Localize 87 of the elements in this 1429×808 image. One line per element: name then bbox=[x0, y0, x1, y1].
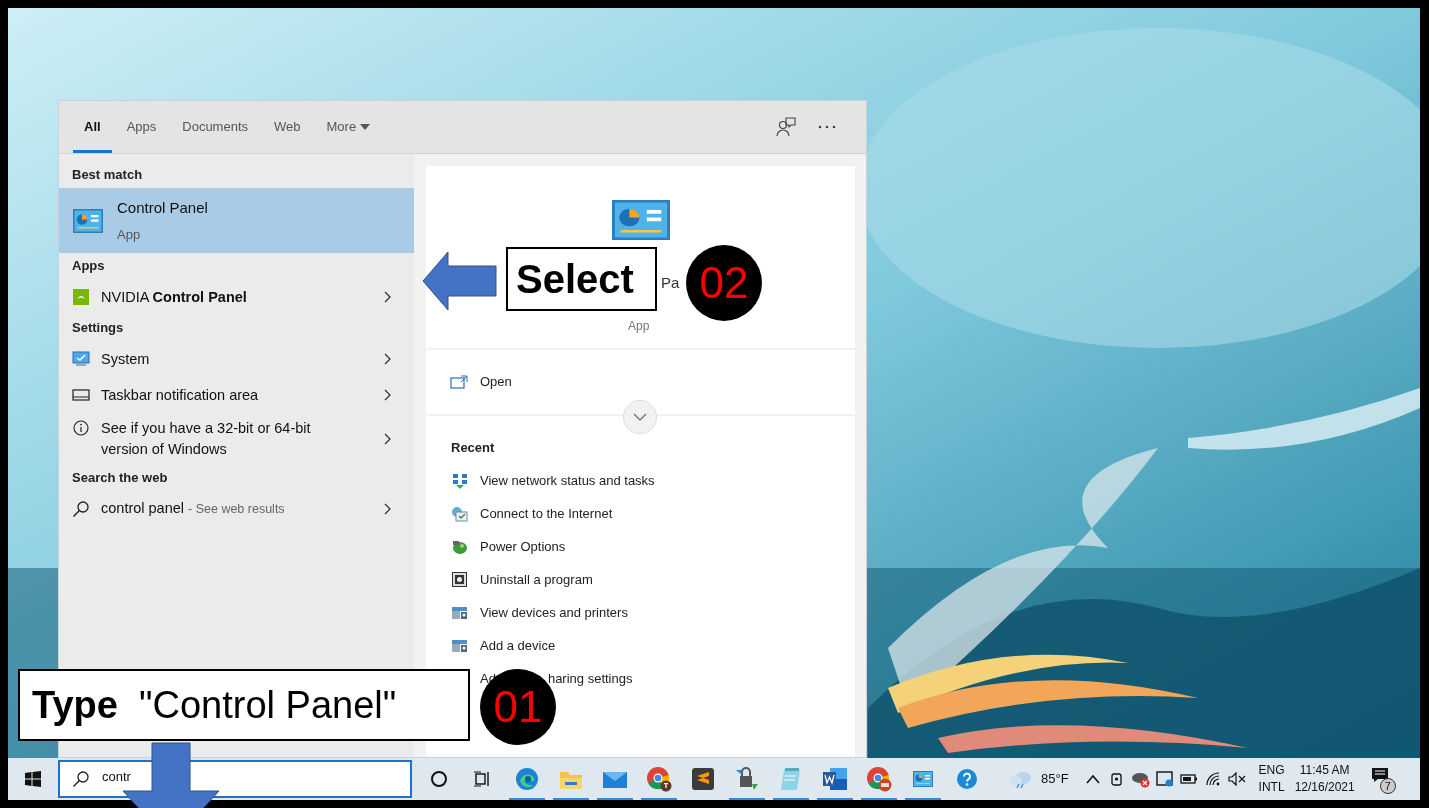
padlock-icon bbox=[735, 767, 759, 791]
speaker-muted-icon bbox=[1227, 772, 1246, 786]
language-button[interactable]: ENG INTL bbox=[1258, 762, 1285, 796]
result-title: System bbox=[101, 349, 151, 369]
battery-icon bbox=[1179, 774, 1198, 784]
recent-item[interactable]: Power Options bbox=[451, 530, 830, 563]
section-heading: Settings bbox=[71, 319, 125, 338]
app-logo-icon bbox=[692, 768, 714, 790]
speech-bubble-icon bbox=[1370, 767, 1389, 783]
person-speech-icon bbox=[776, 117, 796, 137]
task-view-icon bbox=[474, 770, 492, 788]
chevron-right-icon bbox=[383, 353, 392, 365]
section-heading: Best match bbox=[71, 166, 144, 185]
open-button[interactable]: Open bbox=[450, 372, 512, 392]
result-type: App bbox=[117, 226, 142, 244]
camera-icon bbox=[1109, 771, 1124, 787]
open-window-icon bbox=[450, 375, 468, 389]
section-heading: Recent bbox=[451, 439, 496, 457]
ellipsis-icon bbox=[818, 125, 836, 129]
taskbar-icon bbox=[71, 389, 90, 401]
chevron-right-icon bbox=[383, 389, 392, 401]
network-icon bbox=[451, 472, 468, 489]
result-item[interactable]: System bbox=[59, 341, 414, 377]
logo-icon bbox=[72, 289, 89, 305]
printer-icon bbox=[451, 638, 468, 653]
filter-tab[interactable]: All bbox=[71, 101, 114, 153]
control-panel-icon bbox=[73, 208, 103, 233]
chevron-right-icon bbox=[383, 503, 392, 515]
app-title-fragment: Pa bbox=[661, 273, 680, 293]
notepad-icon bbox=[780, 767, 802, 791]
wifi-icon bbox=[1204, 771, 1221, 787]
section-heading: Apps bbox=[71, 257, 106, 276]
recent-item[interactable]: View devices and printers bbox=[451, 596, 830, 629]
globe-icon bbox=[451, 505, 468, 522]
search-query: control panel bbox=[101, 499, 185, 519]
result-item[interactable]: See if you have a 32-bit or 64-bit version of Windows bbox=[59, 413, 414, 465]
question-mark-icon bbox=[956, 768, 978, 790]
result-title: Taskbar notification area bbox=[101, 385, 260, 405]
recent-item[interactable]: Connect to the Internet bbox=[451, 497, 830, 530]
caret-down-icon bbox=[360, 124, 371, 130]
result-item[interactable]: NVIDIA Control Panel bbox=[59, 279, 414, 315]
cloud-icon bbox=[1009, 770, 1033, 788]
recent-item-fragment: haring settings bbox=[547, 669, 633, 688]
result-title: NVIDIA Control Panel bbox=[101, 287, 248, 307]
chevron-down-icon bbox=[633, 413, 647, 421]
cloud-error-icon bbox=[1130, 770, 1151, 788]
envelope-icon bbox=[602, 769, 628, 789]
filter-tab[interactable]: Web bbox=[261, 101, 314, 153]
battery-plug-icon bbox=[451, 538, 468, 555]
result-title: Control Panel bbox=[117, 197, 208, 218]
program-box-icon bbox=[452, 572, 467, 587]
search-text: contr bbox=[102, 768, 131, 787]
control-panel-icon bbox=[612, 200, 670, 240]
weather-button[interactable]: 85°F bbox=[1009, 769, 1069, 789]
word-document-icon bbox=[822, 767, 848, 791]
callout-label: Select bbox=[506, 247, 657, 311]
result-title: See if you have a 32-bit or 64-bit version of Windows bbox=[101, 419, 312, 459]
result-item[interactable]: control panel - See web results bbox=[59, 491, 414, 527]
callout-label: Type "Control Panel" bbox=[18, 669, 470, 741]
result-item[interactable]: Taskbar notification area bbox=[59, 377, 414, 413]
section-heading: Search the web bbox=[71, 469, 169, 488]
filter-tab[interactable]: Documents bbox=[169, 101, 261, 153]
search-icon bbox=[71, 500, 90, 518]
edge-icon bbox=[515, 767, 539, 791]
monitor-icon bbox=[71, 351, 90, 367]
windows-logo-icon bbox=[25, 771, 41, 787]
recent-item[interactable]: Uninstall a program bbox=[451, 563, 830, 596]
chevron-right-icon bbox=[383, 433, 392, 445]
chevron-right-icon bbox=[383, 291, 392, 303]
info-icon bbox=[72, 420, 89, 436]
filter-tab[interactable]: More bbox=[313, 101, 384, 153]
result-item[interactable]: Control Panel App bbox=[59, 188, 414, 253]
clock-button[interactable]: 11:45 AM 12/16/2021 bbox=[1294, 762, 1355, 796]
search-icon bbox=[72, 770, 90, 788]
printer-icon bbox=[451, 605, 468, 620]
app-type: App bbox=[628, 318, 650, 335]
result-hint: - See web results bbox=[188, 501, 285, 519]
circle-icon bbox=[430, 770, 448, 788]
chevron-up-icon bbox=[1085, 774, 1100, 784]
notifications-button[interactable]: 7 bbox=[1368, 761, 1397, 797]
chrome-icon bbox=[646, 766, 672, 792]
recent-item[interactable]: Add a device bbox=[451, 629, 830, 662]
filter-tab[interactable]: Apps bbox=[113, 101, 170, 153]
recent-item[interactable]: View network status and tasks bbox=[451, 464, 830, 497]
screen-icon bbox=[1155, 771, 1174, 787]
chrome-icon bbox=[866, 766, 892, 792]
control-panel-icon bbox=[913, 771, 933, 787]
